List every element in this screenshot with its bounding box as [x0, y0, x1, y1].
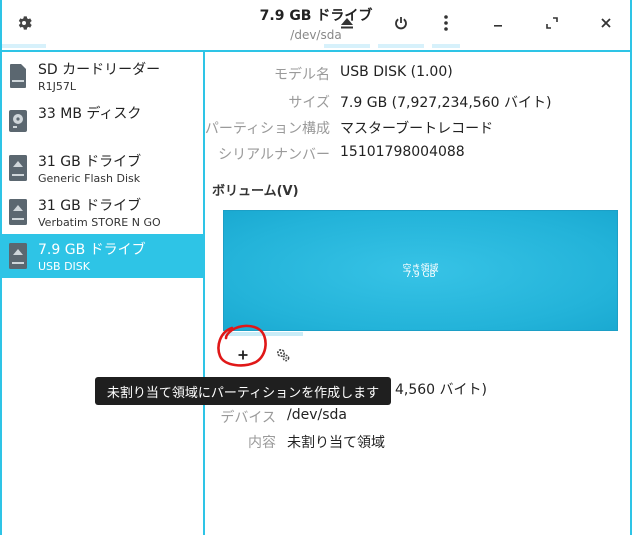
device-item-sd-card-reader[interactable]: SD カードリーダー R1J57L: [0, 54, 203, 98]
device-name: 33 MB ディスク: [38, 106, 142, 122]
plus-icon: [238, 350, 248, 360]
create-partition-button[interactable]: [227, 341, 259, 369]
menu-button-underline: [432, 44, 460, 48]
disks-window: 7.9 GB ドライブ /dev/sda SD カードリーダー R1J57L 3…: [0, 0, 632, 535]
power-off-button[interactable]: [378, 4, 424, 42]
device-list: SD カードリーダー R1J57L 33 MB ディスク 31 GB ドライブ …: [0, 52, 203, 535]
hard-disk-icon: [9, 110, 27, 132]
size-label: サイズ: [288, 95, 330, 111]
device-item-7-9gb-usb[interactable]: 7.9 GB ドライブ USB DISK: [0, 234, 203, 278]
volumes-heading: ボリューム(V): [212, 184, 299, 199]
device-subtitle: USB DISK: [38, 260, 90, 273]
removable-drive-icon: [9, 199, 27, 225]
contents-value: 未割り当て領域: [287, 435, 385, 451]
volume-selection-indicator: [223, 332, 303, 336]
partitioning-label: パーティション構成: [204, 121, 330, 137]
eject-button[interactable]: [324, 4, 370, 42]
sd-card-icon: [10, 64, 26, 88]
header-bar: 7.9 GB ドライブ /dev/sda: [0, 0, 632, 50]
window-border-left: [0, 0, 2, 535]
drive-details-panel: モデル名 USB DISK (1.00) サイズ 7.9 GB (7,927,2…: [205, 52, 630, 535]
device-name: 7.9 GB ドライブ: [38, 242, 146, 258]
maximize-button[interactable]: [532, 4, 572, 42]
power-button-underline: [378, 44, 424, 48]
settings-button-underline: [0, 44, 46, 48]
free-space-volume-block[interactable]: 空き領域 7.9 GB: [223, 210, 618, 331]
device-name: 31 GB ドライブ: [38, 198, 142, 214]
eject-button-underline: [324, 44, 370, 48]
maximize-icon: [546, 17, 558, 29]
device-item-31gb-generic[interactable]: 31 GB ドライブ Generic Flash Disk: [0, 146, 203, 190]
device-item-33mb-disk[interactable]: 33 MB ディスク: [0, 98, 203, 142]
close-button[interactable]: [586, 4, 626, 42]
eject-icon: [341, 18, 353, 29]
device-name: 31 GB ドライブ: [38, 154, 142, 170]
vertical-ellipsis-icon: [444, 15, 448, 31]
close-icon: [601, 18, 611, 28]
device-item-31gb-verbatim[interactable]: 31 GB ドライブ Verbatim STORE N GO: [0, 190, 203, 234]
volume-size-value-partial: 4,560 バイト): [395, 382, 487, 398]
minimize-button[interactable]: [478, 4, 518, 42]
device-subtitle: Verbatim STORE N GO: [38, 216, 161, 229]
minimize-icon: [494, 25, 502, 27]
partitioning-value: マスターブートレコード: [340, 121, 494, 137]
device-name: SD カードリーダー: [38, 62, 161, 78]
contents-label: 内容: [248, 435, 276, 451]
serial-value: 15101798004088: [340, 144, 465, 160]
partition-options-button[interactable]: [273, 343, 293, 367]
device-subtitle: Generic Flash Disk: [38, 172, 141, 185]
drive-menu-button[interactable]: [432, 4, 460, 42]
device-subtitle: R1J57L: [38, 80, 77, 93]
gear-icon: [18, 16, 32, 30]
gears-icon: [276, 348, 290, 362]
model-value: USB DISK (1.00): [340, 64, 453, 80]
volume-size: 7.9 GB: [405, 270, 436, 280]
device-value: /dev/sda: [287, 407, 347, 423]
settings-button[interactable]: [2, 4, 46, 42]
serial-label: シリアルナンバー: [218, 147, 330, 163]
removable-drive-icon: [9, 155, 27, 181]
power-icon: [395, 17, 407, 30]
create-partition-tooltip: 未割り当て領域にパーティションを作成します: [95, 377, 391, 405]
size-value: 7.9 GB (7,927,234,560 バイト): [340, 95, 552, 111]
removable-drive-icon: [9, 243, 27, 269]
device-label: デバイス: [220, 410, 276, 426]
model-label: モデル名: [274, 67, 330, 83]
